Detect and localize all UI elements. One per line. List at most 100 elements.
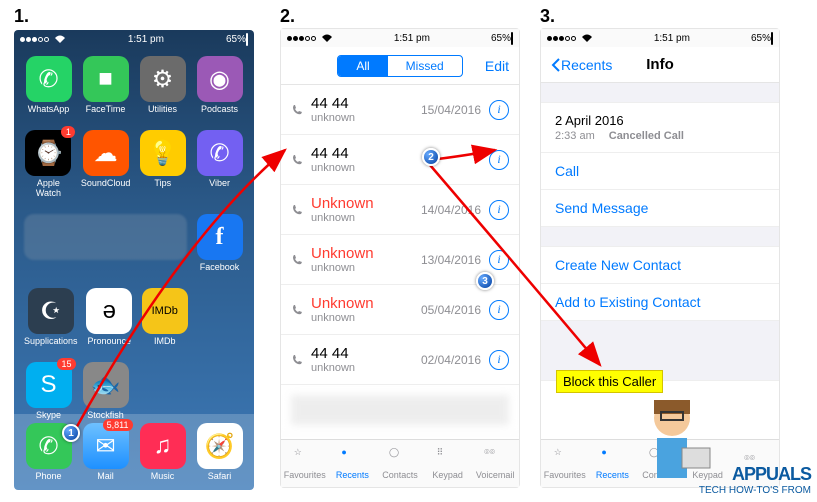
signal-icon (547, 33, 593, 44)
info-icon[interactable]: i (489, 100, 509, 120)
voicemail-icon: ⌾⌾ (484, 447, 506, 469)
app-supplications[interactable]: ☪ Supplications (24, 288, 78, 346)
skype-icon: S15 (26, 362, 72, 408)
phone-recents: 1:51 pm 65% All Missed Edit 44 44unknown… (280, 28, 520, 488)
add-existing-action[interactable]: Add to Existing Contact (541, 284, 779, 321)
apple-watch-icon: ⌚1 (25, 130, 71, 176)
home-row: ☪ Supplications əPronounceIMDbIMDb (14, 280, 254, 354)
app-pronounce[interactable]: əPronounce (86, 288, 133, 346)
app-whatsapp[interactable]: ✆ WhatsApp (24, 56, 73, 114)
app-label: Podcasts (201, 104, 238, 114)
whatsapp-icon: ✆ (26, 56, 72, 102)
app-podcasts[interactable]: ◉ Podcasts (195, 56, 244, 114)
app-safari[interactable]: 🧭Safari (197, 423, 243, 481)
tab-bar: ☆Favourites ●Recents ◯Contacts ⠿Keypad ⌾… (281, 439, 519, 487)
recents-row[interactable]: 44 44unknown02/04/2016i (281, 335, 519, 385)
seg-all[interactable]: All (338, 56, 387, 76)
seg-missed[interactable]: Missed (388, 56, 462, 76)
app-skype[interactable]: S15Skype (24, 362, 73, 420)
app-utilities[interactable]: ⚙Utilities (138, 56, 187, 114)
phone-icon (291, 104, 303, 116)
app-label: Tips (154, 178, 171, 188)
tab-recents[interactable]: ●Recents (329, 440, 377, 487)
status-bar: 1:51 pm 65% (541, 29, 779, 47)
app-imdb[interactable]: IMDbIMDb (141, 288, 188, 346)
status-battery: 65% (751, 33, 773, 44)
utilities-icon: ⚙ (140, 56, 186, 102)
facetime-icon: ■ (83, 56, 129, 102)
phone-icon (291, 304, 303, 316)
tab-keypad[interactable]: ⠿Keypad (424, 440, 472, 487)
status-battery: 65% (491, 33, 513, 44)
tab-favourites[interactable]: ☆Favourites (541, 440, 589, 487)
tab-voicemail[interactable]: ⌾⌾Voicemail (471, 440, 519, 487)
tab-contacts[interactable]: ◯Contacts (376, 440, 424, 487)
create-contact-action[interactable]: Create New Contact (541, 247, 779, 284)
recents-row[interactable]: Unknownunknown14/04/2016i (281, 185, 519, 235)
step-1-label: 1. (14, 6, 29, 27)
stockfish-icon: 🐟 (83, 362, 129, 408)
recents-header: All Missed Edit (281, 47, 519, 85)
phone-home-screen: 1:51 pm 65% ✆ WhatsApp ■ FaceTime ⚙Utilities… (14, 30, 254, 490)
safari-icon: 🧭 (197, 423, 243, 469)
caller-sub: unknown (311, 312, 413, 324)
call-date: 14/04/2016 (421, 203, 481, 217)
phone-icon (291, 154, 303, 166)
info-icon[interactable]: i (489, 250, 509, 270)
viber-icon: ✆ (197, 130, 243, 176)
info-icon[interactable]: i (489, 300, 509, 320)
app-viber[interactable]: ✆Viber (195, 130, 244, 198)
app-mail[interactable]: ✉5,811Mail (83, 423, 129, 481)
recents-row[interactable]: Unknownunknown31/03/2016i (281, 435, 519, 437)
status-time: 1:51 pm (654, 33, 690, 44)
app-facetime[interactable]: ■ FaceTime (81, 56, 130, 114)
podcasts-icon: ◉ (197, 56, 243, 102)
app-facebook[interactable]: fFacebook (195, 214, 244, 272)
phone-icon (291, 204, 303, 216)
tips-icon: 💡 (140, 130, 186, 176)
app-soundcloud[interactable]: ☁ SoundCloud (81, 130, 131, 198)
status-bar: 1:51 pm 65% (281, 29, 519, 47)
soundcloud-icon: ☁ (83, 130, 129, 176)
app-label: FaceTime (86, 104, 126, 114)
segmented-control[interactable]: All Missed (337, 55, 462, 77)
recents-row[interactable]: 44 44unknown15/04/2016i (281, 85, 519, 135)
back-button[interactable]: Recents (551, 57, 612, 73)
app-label: IMDb (154, 336, 176, 346)
status-bar: 1:51 pm 65% (14, 30, 254, 48)
signal-icon (20, 34, 66, 45)
edit-button[interactable]: Edit (485, 58, 509, 74)
tab-favourites[interactable]: ☆Favourites (281, 440, 329, 487)
caller-sub: unknown (311, 212, 413, 224)
caller-name: 44 44 (311, 345, 413, 362)
app-tips[interactable]: 💡 Tips (138, 130, 187, 198)
home-row: ⌚1Apple Watch☁SoundCloud💡Tips✆Viber (14, 122, 254, 206)
app-apple-watch[interactable]: ⌚1Apple Watch (24, 130, 73, 198)
info-icon[interactable]: i (489, 150, 509, 170)
music-icon: ♫ (140, 423, 186, 469)
app-label: Apple Watch (24, 178, 73, 198)
caller-name: 44 44 (311, 145, 473, 162)
call-time: 2:33 am (555, 130, 595, 142)
mail-icon: ✉5,811 (83, 423, 129, 469)
recents-row[interactable] (281, 385, 519, 435)
call-date: 13/04/2016 (421, 253, 481, 267)
caller-sub: unknown (311, 112, 413, 124)
call-action[interactable]: Call (541, 153, 779, 190)
app-label: Supplications (24, 336, 78, 346)
info-icon[interactable]: i (489, 200, 509, 220)
call-record: 2 April 2016 2:33 amCancelled Call (541, 103, 779, 153)
app-music[interactable]: ♫Music (140, 423, 186, 481)
step-marker-1: 1 (62, 424, 80, 442)
supplications-icon: ☪ (28, 288, 74, 334)
info-icon[interactable]: i (489, 350, 509, 370)
app-label: WhatsApp (28, 104, 70, 114)
recents-row[interactable]: Unknownunknown05/04/2016i (281, 285, 519, 335)
app-label: SoundCloud (81, 178, 131, 188)
step-marker-2: 2 (422, 148, 440, 166)
recents-row[interactable]: 44 44unknowni (281, 135, 519, 185)
app-stockfish[interactable]: 🐟Stockfish (81, 362, 130, 420)
send-message-action[interactable]: Send Message (541, 190, 779, 227)
pronounce-icon: ə (86, 288, 132, 334)
call-date: 05/04/2016 (421, 303, 481, 317)
